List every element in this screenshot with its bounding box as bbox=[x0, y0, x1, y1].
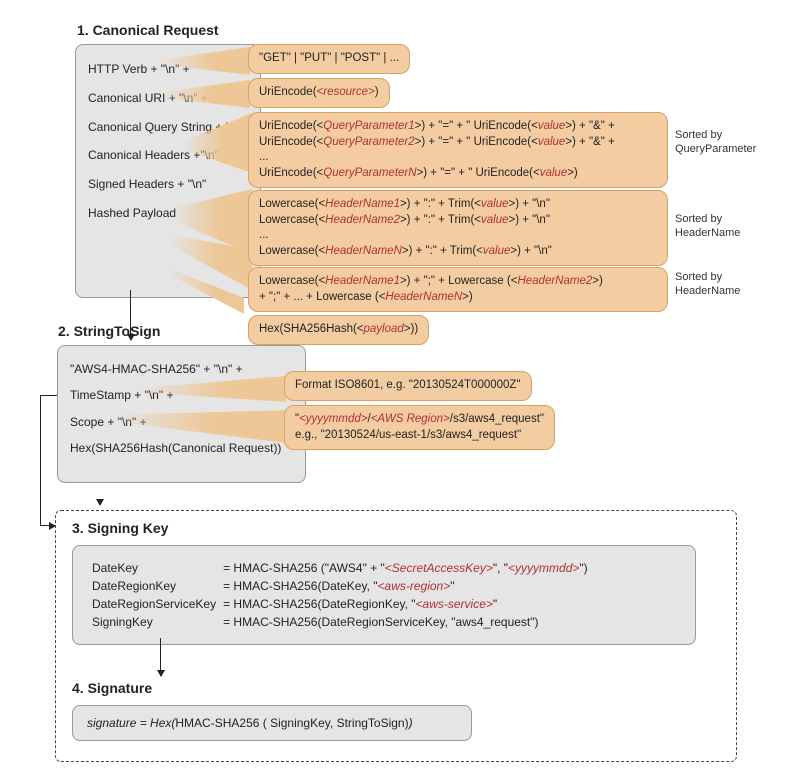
cell: = HMAC-SHA256 ("AWS4" + "<SecretAccessKe… bbox=[222, 560, 592, 576]
text: ) bbox=[409, 716, 413, 730]
text: UriEncode(<QueryParameter2>) + "=" + " U… bbox=[259, 135, 657, 151]
callout-hash: Hex(SHA256Hash(<payload>)) bbox=[248, 315, 429, 345]
signing-key-table: DateKey = HMAC-SHA256 ("AWS4" + "<Secret… bbox=[89, 558, 594, 632]
text: signature = Hex( bbox=[87, 716, 175, 730]
callout-verb: "GET" | "PUT" | "POST" | ... bbox=[248, 44, 410, 74]
text: Lowercase(<HeaderName1>) + ";" + Lowerca… bbox=[259, 274, 657, 290]
text: Lowercase(<HeaderNameN>) + ":" + Trim(<v… bbox=[259, 244, 657, 260]
table-row: DateKey = HMAC-SHA256 ("AWS4" + "<Secret… bbox=[91, 560, 592, 576]
text: >)) bbox=[404, 323, 418, 335]
table-row: DateRegionServiceKey = HMAC-SHA256(DateR… bbox=[91, 596, 592, 612]
callout-signed: Lowercase(<HeaderName1>) + ";" + Lowerca… bbox=[248, 267, 668, 312]
table-row: DateRegionKey = HMAC-SHA256(DateKey, "<a… bbox=[91, 578, 592, 594]
callout-scope: "<yyyymmdd>/<AWS Region>/s3/aws4_request… bbox=[284, 405, 555, 450]
text: ... bbox=[259, 228, 657, 244]
arrow-down-icon bbox=[160, 638, 161, 676]
label-sorted-hn2: Sorted by HeaderName bbox=[675, 270, 740, 299]
cell: DateKey bbox=[91, 560, 220, 576]
cell: = HMAC-SHA256(DateKey, "<aws-region>" bbox=[222, 578, 592, 594]
section-title-stringtosign: 2. StringToSign bbox=[58, 323, 160, 339]
text: UriEncode(<QueryParameterN>) + "=" + " U… bbox=[259, 166, 657, 182]
cell: DateRegionKey bbox=[91, 578, 220, 594]
text: ... bbox=[259, 150, 657, 166]
label-sorted-hn1: Sorted by HeaderName bbox=[675, 212, 740, 241]
text: payload bbox=[364, 323, 404, 335]
text: Hex(SHA256Hash(< bbox=[259, 323, 364, 335]
arrow-segment bbox=[40, 395, 42, 525]
table-row: SigningKey = HMAC-SHA256(DateRegionServi… bbox=[91, 614, 592, 630]
callout-headers: Lowercase(<HeaderName1>) + ":" + Trim(<v… bbox=[248, 190, 668, 266]
text: UriEncode( bbox=[259, 86, 317, 98]
arrow-right-icon bbox=[40, 525, 55, 526]
arrow-segment bbox=[40, 395, 57, 397]
text: HMAC-SHA256 ( SigningKey, StringToSign) bbox=[175, 716, 408, 730]
text: + ";" + ... + Lowercase (<HeaderNameN>) bbox=[259, 290, 657, 306]
text: ) bbox=[375, 86, 379, 98]
text: UriEncode(<QueryParameter1>) + "=" + " U… bbox=[259, 119, 657, 135]
section-title-signature: 4. Signature bbox=[72, 680, 152, 696]
section-title-signingkey: 3. Signing Key bbox=[72, 520, 168, 536]
cell: DateRegionServiceKey bbox=[91, 596, 220, 612]
callout-query: UriEncode(<QueryParameter1>) + "=" + " U… bbox=[248, 112, 668, 188]
text: <resource> bbox=[317, 86, 375, 98]
text: e.g., "20130524/us-east-1/s3/aws4_reques… bbox=[295, 428, 544, 444]
text: Lowercase(<HeaderName1>) + ":" + Trim(<v… bbox=[259, 197, 657, 213]
row-signed-headers: Signed Headers + "\n" bbox=[88, 170, 248, 199]
cell: = HMAC-SHA256(DateRegionKey, "<aws-servi… bbox=[222, 596, 592, 612]
box-signingkey: DateKey = HMAC-SHA256 ("AWS4" + "<Secret… bbox=[72, 545, 696, 645]
cell: = HMAC-SHA256(DateRegionServiceKey, "aws… bbox=[222, 614, 592, 630]
callout-ts: Format ISO8601, e.g. "20130524T000000Z" bbox=[284, 371, 532, 401]
label-sorted-qp: Sorted by QueryParameter bbox=[675, 128, 756, 157]
section-title-canonical: 1. Canonical Request bbox=[77, 22, 219, 38]
box-signature: signature = Hex(HMAC-SHA256 ( SigningKey… bbox=[72, 705, 472, 741]
text: "<yyyymmdd>/<AWS Region>/s3/aws4_request… bbox=[295, 412, 544, 428]
cell: SigningKey bbox=[91, 614, 220, 630]
callout-uri: UriEncode(<resource>) bbox=[248, 78, 390, 108]
text: Lowercase(<HeaderName2>) + ":" + Trim(<v… bbox=[259, 213, 657, 229]
